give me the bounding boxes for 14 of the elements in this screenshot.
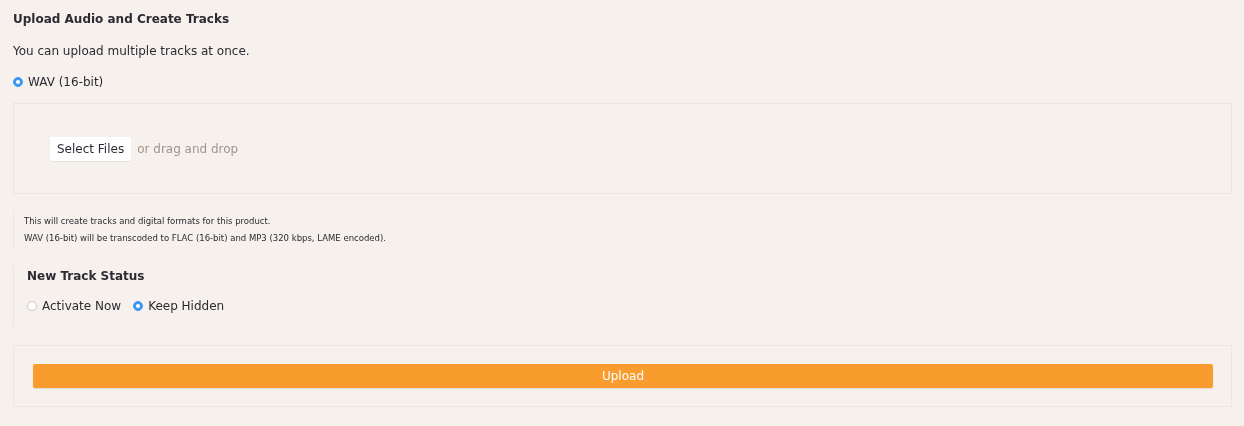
radio-label[interactable]: Keep Hidden [148, 299, 225, 313]
radio-label[interactable]: Activate Now [42, 299, 122, 313]
status-heading: New Track Status [27, 269, 146, 283]
note-text: WAV (16-bit) will be transcoded to FLAC (16-bit) and MP3 (320 kbps, LAME encoded). [24, 232, 387, 245]
section-title: Upload Audio and Create Tracks [13, 12, 231, 26]
radio-label[interactable]: WAV (16-bit) [28, 75, 104, 89]
note-text: This will create tracks and digital formats for this product. [24, 215, 272, 228]
radio-button[interactable] [27, 301, 37, 311]
drop-hint: or drag and drop [137, 141, 239, 156]
select-files-button[interactable]: Select Files [50, 136, 132, 161]
radio-button[interactable] [133, 301, 144, 311]
drop-zone[interactable]: Select Files or drag and drop [13, 103, 1232, 194]
radio-button[interactable] [13, 77, 23, 87]
intro-text: You can upload multiple tracks at once. [13, 44, 251, 58]
